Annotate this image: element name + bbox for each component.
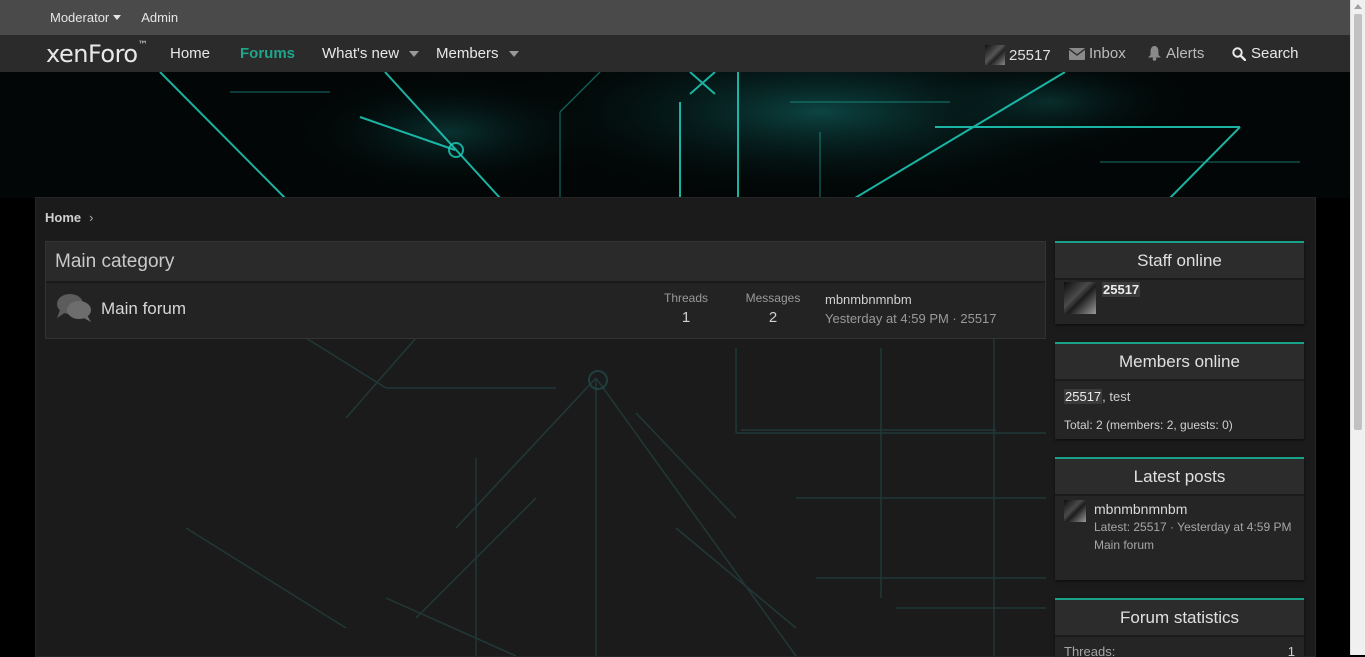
site-logo[interactable]: xenForo™ <box>46 40 148 68</box>
staff-online-title: Staff online <box>1055 243 1304 280</box>
caret-down-icon <box>113 15 122 20</box>
stat-threads-label: Threads: <box>1064 644 1116 657</box>
forum-row: Main forum Threads 1 Messages 2 mbnmbnmn… <box>46 283 1045 336</box>
scroll-up-arrow-icon[interactable] <box>1354 4 1362 9</box>
account-username: 25517 <box>1009 46 1051 64</box>
alerts-label: Alerts <box>1166 45 1205 62</box>
messages-count: 2 <box>768 309 778 326</box>
chevron-right-icon: › <box>89 210 94 225</box>
threads-count: 1 <box>681 309 691 326</box>
chat-bubbles-icon <box>57 294 91 322</box>
staff-username-link[interactable]: 25517 <box>1102 282 1141 297</box>
logo-mark: ™ <box>137 40 148 51</box>
latest-post-meta[interactable]: Latest: 25517 · Yesterday at 4:59 PM <box>1094 518 1291 536</box>
bell-icon <box>1148 46 1161 61</box>
forum-last-post: mbnmbnmnbm Yesterday at 4:59 PM · 25517 <box>825 292 997 326</box>
category-header[interactable]: Main category <box>46 242 1045 283</box>
staff-online-body: 25517 <box>1055 280 1304 322</box>
members-online-block: Members online 25517, test Total: 2 (mem… <box>1055 342 1304 439</box>
members-online-title: Members online <box>1055 344 1304 381</box>
breadcrumb: Home › <box>45 210 93 225</box>
staff-online-block: Staff online 25517 <box>1055 241 1304 324</box>
tab-forums-label: Forums <box>240 45 296 62</box>
latest-post-forum-link[interactable]: Main forum <box>1094 536 1291 554</box>
stat-threads-value: 1 <box>1287 644 1295 657</box>
scrollbar-thumb[interactable] <box>1354 14 1362 430</box>
latest-post-content: mbnmbnmnbm Latest: 25517 · Yesterday at … <box>1094 500 1291 554</box>
forum-statistics-row: Threads: 1 <box>1055 637 1304 657</box>
tab-whats-new[interactable]: What's new <box>322 45 420 62</box>
chevron-down-icon[interactable] <box>508 50 519 57</box>
members-online-total: Total: 2 (members: 2, guests: 0) <box>1064 418 1233 432</box>
chevron-down-icon[interactable] <box>409 50 420 57</box>
last-post-title-link[interactable]: mbnmbnmnbm <box>825 292 997 307</box>
avatar[interactable] <box>1064 282 1096 314</box>
tab-home[interactable]: Home <box>170 45 210 62</box>
moderator-label: Moderator <box>50 10 110 25</box>
latest-post-item: mbnmbnmnbm Latest: 25517 · Yesterday at … <box>1055 496 1304 562</box>
inbox-link[interactable]: Inbox <box>1069 45 1126 62</box>
main-navbar: xenForo™ Home Forums What's new Members … <box>0 35 1350 73</box>
member-link[interactable]: 25517 <box>1064 389 1103 404</box>
breadcrumb-home[interactable]: Home <box>45 210 81 225</box>
threads-stat: Threads 1 <box>661 291 711 326</box>
tab-forums[interactable]: Forums <box>240 45 295 62</box>
search-label: Search <box>1251 45 1299 62</box>
last-post-meta[interactable]: Yesterday at 4:59 PM · 25517 <box>825 311 997 326</box>
messages-label: Messages <box>745 291 801 305</box>
tab-members[interactable]: Members <box>436 45 519 62</box>
threads-label: Threads <box>663 291 709 305</box>
avatar <box>985 45 1005 65</box>
latest-posts-title: Latest posts <box>1055 459 1304 496</box>
circuit-banner-graphic <box>0 72 1350 198</box>
forum-title-link[interactable]: Main forum <box>101 299 186 319</box>
members-online-list: 25517, test <box>1064 389 1295 404</box>
search-link[interactable]: Search <box>1232 45 1299 62</box>
forum-statistics-title: Forum statistics <box>1055 600 1304 637</box>
envelope-icon <box>1069 47 1085 60</box>
search-icon <box>1232 46 1246 61</box>
latest-post-title-link[interactable]: mbnmbnmnbm <box>1094 500 1291 518</box>
staff-bar: Moderator Admin <box>0 0 1350 35</box>
moderator-menu[interactable]: Moderator <box>50 10 122 25</box>
page-scrollbar[interactable] <box>1350 0 1365 655</box>
tab-whats-new-label: What's new <box>322 45 400 62</box>
latest-posts-block: Latest posts mbnmbnmnbm Latest: 25517 · … <box>1055 457 1304 580</box>
admin-link[interactable]: Admin <box>141 10 178 25</box>
tab-home-label: Home <box>170 45 211 62</box>
inbox-label: Inbox <box>1089 45 1126 62</box>
category-block: Main category Main forum Threads 1 Messa… <box>45 241 1046 339</box>
header-banner <box>0 72 1350 198</box>
account-menu[interactable]: 25517 <box>985 45 1051 65</box>
member-link[interactable]: test <box>1109 389 1130 404</box>
avatar[interactable] <box>1064 500 1086 522</box>
members-online-body: 25517, test Total: 2 (members: 2, guests… <box>1055 381 1304 440</box>
alerts-link[interactable]: Alerts <box>1148 45 1204 62</box>
logo-text: xenForo <box>46 40 138 68</box>
category-title[interactable]: Main category <box>55 251 174 273</box>
admin-label: Admin <box>141 10 179 25</box>
tab-members-label: Members <box>436 45 499 62</box>
forum-statistics-block: Forum statistics Threads: 1 <box>1055 598 1304 657</box>
messages-stat: Messages 2 <box>743 291 803 326</box>
